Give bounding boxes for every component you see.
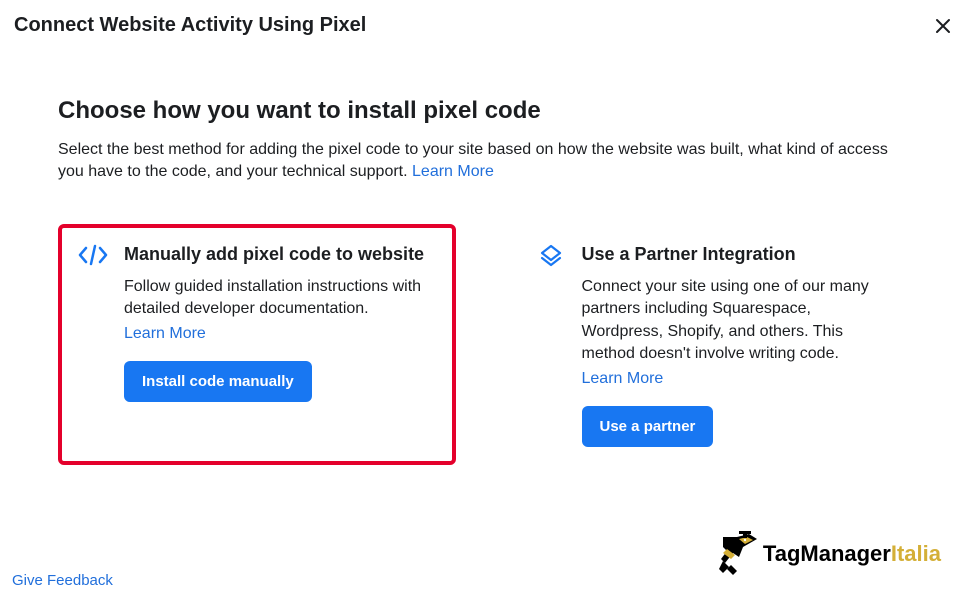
main-heading: Choose how you want to install pixel cod… (58, 97, 913, 125)
dialog-content: Choose how you want to install pixel cod… (0, 37, 971, 465)
option-partner-title: Use a Partner Integration (582, 242, 894, 266)
option-partner-card[interactable]: Use a Partner Integration Connect your s… (516, 224, 914, 465)
install-options: Manually add pixel code to website Follo… (58, 224, 913, 465)
code-icon (78, 244, 108, 447)
option-manual-learn-more[interactable]: Learn More (124, 325, 206, 343)
brand-prefix: TagManager (763, 541, 891, 566)
use-partner-button[interactable]: Use a partner (582, 406, 714, 447)
close-icon[interactable] (933, 16, 953, 36)
option-manual-card[interactable]: Manually add pixel code to website Follo… (58, 224, 456, 465)
option-manual-title: Manually add pixel code to website (124, 242, 436, 266)
install-manually-button[interactable]: Install code manually (124, 361, 312, 402)
brand-logo: TagManagerItalia (713, 529, 941, 579)
give-feedback-link[interactable]: Give Feedback (12, 572, 113, 589)
main-description: Select the best method for adding the pi… (58, 139, 913, 184)
woodpecker-icon (713, 529, 759, 579)
option-manual-body: Manually add pixel code to website Follo… (124, 242, 436, 447)
brand-text: TagManagerItalia (763, 541, 941, 567)
option-manual-desc: Follow guided installation instructions … (124, 276, 436, 321)
option-partner-learn-more[interactable]: Learn More (582, 370, 664, 388)
partner-icon (536, 244, 566, 447)
learn-more-link[interactable]: Learn More (412, 163, 494, 180)
brand-suffix: Italia (891, 541, 941, 566)
option-partner-desc: Connect your site using one of our many … (582, 276, 894, 366)
dialog-title: Connect Website Activity Using Pixel (14, 14, 366, 37)
option-partner-body: Use a Partner Integration Connect your s… (582, 242, 894, 447)
dialog-header: Connect Website Activity Using Pixel (0, 0, 971, 37)
